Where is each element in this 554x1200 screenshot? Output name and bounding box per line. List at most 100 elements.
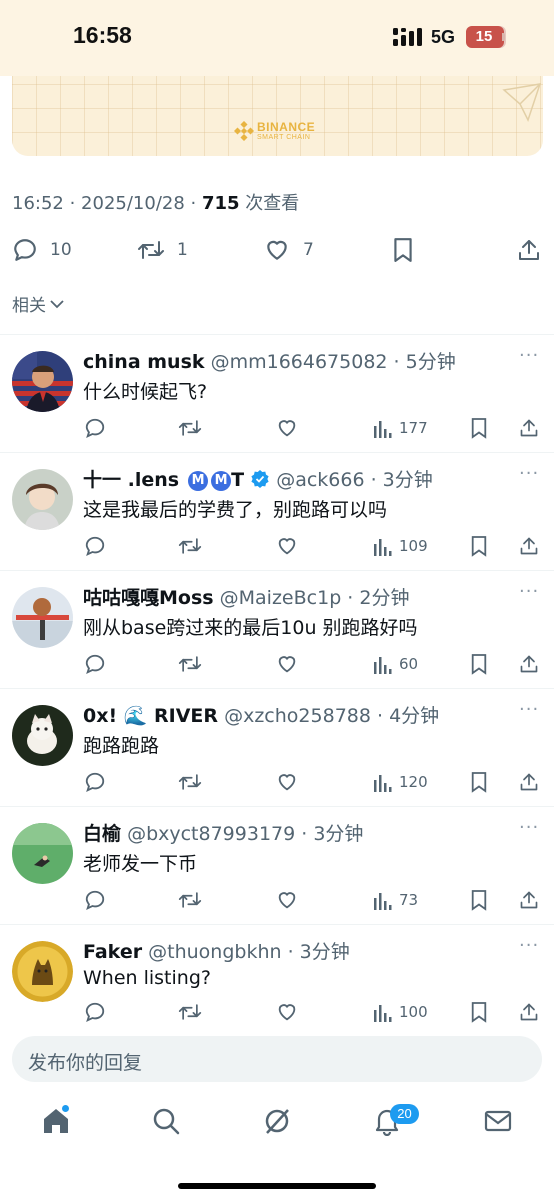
- reply-item[interactable]: china musk @mm1664675082 · 5分钟 ··· 什么时候起…: [0, 335, 554, 453]
- reply-button[interactable]: [84, 769, 106, 795]
- reply-time: · 4分钟: [377, 705, 440, 727]
- avatar[interactable]: [12, 823, 73, 884]
- bookmark-button[interactable]: [470, 999, 488, 1025]
- post-timestamp: 16:52 · 2025/10/28 ·: [12, 193, 202, 214]
- share-button[interactable]: [519, 999, 539, 1025]
- share-icon: [520, 419, 538, 437]
- like-button[interactable]: [276, 887, 298, 913]
- reply-author-handle[interactable]: @xzcho258788: [224, 705, 371, 727]
- analytics-icon: [374, 657, 392, 674]
- reply-text: When listing?: [83, 967, 211, 989]
- verified-badge-icon: [251, 470, 269, 488]
- more-icon[interactable]: ···: [519, 817, 539, 838]
- binance-logo: BINANCE SMART CHAIN: [234, 118, 334, 148]
- views-button[interactable]: 60: [373, 651, 418, 677]
- mail-icon[interactable]: [483, 1106, 513, 1136]
- bookmark-button[interactable]: [470, 887, 488, 913]
- reply-item[interactable]: 白榆 @bxyct87993179 · 3分钟 ··· 老师发一下币 73: [0, 807, 554, 925]
- search-icon[interactable]: [151, 1106, 181, 1136]
- related-dropdown[interactable]: 相关: [12, 291, 64, 316]
- repost-button[interactable]: [178, 533, 202, 559]
- repost-count: 1: [177, 240, 188, 260]
- like-button[interactable]: [276, 651, 298, 677]
- share-button[interactable]: [519, 415, 539, 441]
- reply-compose-input[interactable]: 发布你的回复: [12, 1036, 542, 1082]
- reply-item[interactable]: 0x! 🌊 RIVER @xzcho258788 · 4分钟 ··· 跑路跑路 …: [0, 689, 554, 807]
- reply-author-name[interactable]: Faker: [83, 941, 142, 963]
- bookmark-button[interactable]: [470, 533, 488, 559]
- reply-item[interactable]: Faker @thuongbkhn · 3分钟 ··· When listing…: [0, 925, 554, 1025]
- reply-button[interactable]: [84, 415, 106, 441]
- reply-item[interactable]: 咕咕嘎嘎Moss @MaizeBc1p · 2分钟 ··· 刚从base跨过来的…: [0, 571, 554, 689]
- like-button[interactable]: [276, 999, 298, 1025]
- view-count: 177: [399, 419, 428, 437]
- reply-actions: 109: [0, 533, 554, 559]
- like-button[interactable]: [276, 415, 298, 441]
- reply-button[interactable]: 10: [12, 230, 72, 270]
- views-button[interactable]: 73: [373, 887, 418, 913]
- repost-button[interactable]: [178, 415, 202, 441]
- like-button[interactable]: [276, 533, 298, 559]
- reply-actions: 73: [0, 887, 554, 913]
- repost-button[interactable]: [178, 999, 202, 1025]
- more-icon[interactable]: ···: [519, 463, 539, 484]
- more-icon[interactable]: ···: [519, 345, 539, 366]
- status-bar: 16:58 5G 15: [0, 0, 554, 76]
- more-icon[interactable]: ···: [519, 935, 539, 956]
- grok-icon[interactable]: [262, 1106, 292, 1136]
- card-subtitle: SMART CHAIN: [257, 134, 311, 141]
- reply-button[interactable]: [84, 533, 106, 559]
- like-count: 7: [303, 240, 314, 260]
- reply-author-handle[interactable]: @mm1664675082: [211, 351, 388, 373]
- repost-button[interactable]: [178, 769, 202, 795]
- notification-badge: 20: [390, 1104, 419, 1124]
- reply-header: china musk @mm1664675082 · 5分钟: [83, 347, 456, 374]
- share-button[interactable]: [519, 651, 539, 677]
- repost-button[interactable]: [178, 887, 202, 913]
- bookmark-button[interactable]: [470, 651, 488, 677]
- reply-author-name[interactable]: 白榆: [83, 823, 121, 845]
- bookmark-icon: [471, 536, 487, 557]
- like-button[interactable]: [276, 769, 298, 795]
- avatar[interactable]: [12, 705, 73, 766]
- views-button[interactable]: 177: [373, 415, 428, 441]
- reply-author-handle[interactable]: @thuongbkhn: [148, 941, 281, 963]
- heart-icon: [278, 538, 296, 555]
- repost-button[interactable]: [178, 651, 202, 677]
- share-button[interactable]: [519, 887, 539, 913]
- views-button[interactable]: 100: [373, 999, 428, 1025]
- share-button[interactable]: [519, 533, 539, 559]
- repost-button[interactable]: 1: [137, 230, 188, 270]
- bookmark-button[interactable]: [470, 415, 488, 441]
- avatar[interactable]: [12, 469, 73, 530]
- reply-author-name[interactable]: 0x! 🌊 RIVER: [83, 705, 218, 727]
- reply-author-name[interactable]: 咕咕嘎嘎Moss: [83, 587, 214, 609]
- reply-button[interactable]: [84, 651, 106, 677]
- reply-author-handle[interactable]: @bxyct87993179: [127, 823, 295, 845]
- avatar[interactable]: [12, 941, 73, 1002]
- avatar[interactable]: [12, 587, 73, 648]
- more-icon[interactable]: ···: [519, 581, 539, 602]
- reply-button[interactable]: [84, 999, 106, 1025]
- views-button[interactable]: 120: [373, 769, 428, 795]
- reply-time: · 3分钟: [301, 823, 364, 845]
- avatar[interactable]: [12, 351, 73, 412]
- reply-author-name[interactable]: china musk: [83, 351, 205, 373]
- reply-author-name[interactable]: 十一 .lens: [83, 469, 179, 491]
- share-icon: [520, 773, 538, 791]
- reply-button[interactable]: [84, 887, 106, 913]
- views-button[interactable]: 109: [373, 533, 428, 559]
- share-icon: [520, 891, 538, 909]
- more-icon[interactable]: ···: [519, 699, 539, 720]
- bookmark-button[interactable]: [392, 230, 414, 270]
- reply-author-handle[interactable]: @MaizeBc1p: [220, 587, 342, 609]
- share-button[interactable]: [519, 769, 539, 795]
- share-button[interactable]: [517, 230, 541, 270]
- reply-author-name-suffix[interactable]: T: [231, 469, 244, 491]
- share-icon: [519, 240, 539, 260]
- bookmark-button[interactable]: [470, 769, 488, 795]
- home-indicator[interactable]: [178, 1183, 376, 1189]
- reply-author-handle[interactable]: @ack666: [276, 469, 364, 491]
- like-button[interactable]: 7: [263, 230, 314, 270]
- reply-item[interactable]: 十一 .lens MMT @ack666 · 3分钟 ··· 这是我最后的学费了…: [0, 453, 554, 571]
